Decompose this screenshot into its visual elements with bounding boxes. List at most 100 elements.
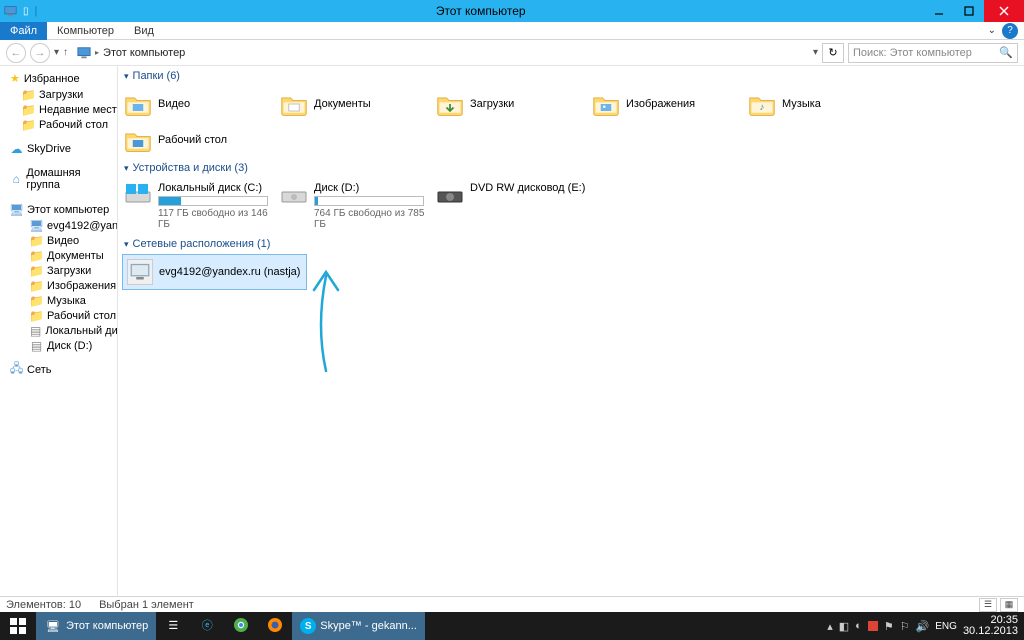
close-button[interactable] — [984, 0, 1024, 22]
folder-item[interactable]: ♪Музыка — [746, 86, 902, 122]
address-bar-row: ← → ▾ ↑ ▸ Этот компьютер ▾ ↻ Поиск: Этот… — [0, 40, 1024, 66]
taskbar-explorer[interactable]: 🖥 Этот компьютер — [36, 612, 156, 640]
sidebar-network[interactable]: 🖧Сеть — [0, 361, 117, 378]
sidebar-favorites[interactable]: ★ Избранное — [0, 70, 117, 87]
sidebar-item-music[interactable]: 📁Музыка — [0, 293, 117, 308]
folder-icon: 📁 — [30, 309, 43, 322]
tray-volume-icon[interactable]: 🔊 — [916, 620, 930, 633]
sidebar-item-account[interactable]: 🖥evg4192@yandex.ru (na — [0, 218, 117, 233]
explorer-icon: 🖥 — [44, 617, 62, 635]
svg-text:♪: ♪ — [760, 102, 765, 113]
drive-icon — [124, 182, 152, 210]
section-network-header[interactable]: ▾ Сетевые расположения (1) — [122, 234, 1020, 254]
sidebar-item-downloads2[interactable]: 📁Загрузки — [0, 263, 117, 278]
window-titlebar: ▯ | Этот компьютер — [0, 0, 1024, 22]
search-input[interactable]: Поиск: Этот компьютер 🔍 — [848, 43, 1018, 63]
ribbon-expand-icon[interactable]: ⌄ — [988, 25, 996, 36]
taskbar-skype[interactable]: S Skype™ - gekann... — [292, 612, 425, 640]
address-dropdown-icon[interactable]: ▾ — [813, 47, 818, 58]
system-tray[interactable]: ▴ ◧ ◐ ⚑ ⚐ 🔊 ENG 20:35 30.12.2013 — [827, 615, 1024, 637]
refresh-button[interactable]: ↻ — [822, 43, 844, 63]
sidebar-skydrive[interactable]: ☁SkyDrive — [0, 140, 117, 157]
address-bar[interactable]: ▸ Этот компьютер — [72, 45, 809, 61]
taskbar-chrome[interactable] — [224, 612, 258, 640]
view-large-button[interactable]: ▦ — [1000, 598, 1018, 612]
folder-item[interactable]: Видео — [122, 86, 278, 122]
folder-label: Рабочий стол — [158, 134, 227, 146]
sidebar-item-disk-c[interactable]: ▤Локальный диск (C:) — [0, 323, 117, 338]
folder-item[interactable]: Загрузки — [434, 86, 590, 122]
drive-item[interactable]: Локальный диск (C:)117 ГБ свободно из 14… — [122, 178, 278, 234]
breadcrumb-segment[interactable]: Этот компьютер — [103, 47, 185, 59]
help-button[interactable]: ? — [1002, 23, 1018, 39]
nav-history-dropdown[interactable]: ▾ — [54, 47, 59, 58]
quick-access-icon[interactable]: ▯ — [23, 6, 29, 17]
taskbar: 🖥 Этот компьютер ☰ ⓔ S Skype™ - gekann..… — [0, 612, 1024, 640]
sidebar-item-disk-d[interactable]: ▤Диск (D:) — [0, 338, 117, 353]
folder-item[interactable]: Документы — [278, 86, 434, 122]
content-pane: ▾ Папки (6) Видео Документы Загрузки Изобра… — [118, 66, 1024, 596]
folder-label: Загрузки — [470, 98, 514, 110]
sidebar-item-desktop[interactable]: 📁Рабочий стол — [0, 117, 117, 132]
disk-icon: ▤ — [30, 339, 43, 352]
sidebar-item-desktop2[interactable]: 📁Рабочий стол — [0, 308, 117, 323]
network-location-icon — [127, 259, 153, 285]
tray-clock[interactable]: 20:35 30.12.2013 — [963, 615, 1018, 637]
folder-label: Изображения — [626, 98, 695, 110]
folder-label: Документы — [314, 98, 371, 110]
network-location-icon: 🖥 — [30, 219, 43, 232]
folder-label: Видео — [158, 98, 190, 110]
pc-icon — [77, 46, 91, 60]
folder-icon: 📁 — [30, 294, 43, 307]
chevron-right-icon[interactable]: ▸ — [95, 48, 99, 57]
folder-icon: 📁 — [22, 118, 35, 131]
nav-forward-button[interactable]: → — [30, 43, 50, 63]
taskbar-app1[interactable]: ☰ — [156, 612, 190, 640]
sidebar-item-pictures[interactable]: 📁Изображения — [0, 278, 117, 293]
drive-item[interactable]: DVDDVD RW дисковод (E:) — [434, 178, 590, 234]
sidebar-item-documents[interactable]: 📁Документы — [0, 248, 117, 263]
sidebar-item-recent[interactable]: 📁Недавние места — [0, 102, 117, 117]
star-icon: ★ — [10, 72, 20, 85]
tray-icon[interactable]: ◐ — [855, 620, 862, 632]
sidebar-homegroup[interactable]: ⌂Домашняя группа — [0, 165, 117, 193]
folder-icon — [280, 90, 308, 118]
tray-up-icon[interactable]: ▴ — [827, 620, 833, 633]
view-details-button[interactable]: ☰ — [979, 598, 997, 612]
collapse-icon: ▾ — [124, 163, 129, 174]
menu-computer[interactable]: Компьютер — [47, 22, 124, 40]
taskbar-ie[interactable]: ⓔ — [190, 612, 224, 640]
folder-item[interactable]: Рабочий стол — [122, 122, 278, 158]
maximize-button[interactable] — [954, 0, 984, 22]
taskbar-firefox[interactable] — [258, 612, 292, 640]
sidebar-item-downloads[interactable]: 📁Загрузки — [0, 87, 117, 102]
sidebar-this-pc[interactable]: 🖥Этот компьютер — [0, 201, 117, 218]
sidebar-item-videos[interactable]: 📁Видео — [0, 233, 117, 248]
navigation-pane: ★ Избранное 📁Загрузки 📁Недавние места 📁Р… — [0, 66, 118, 596]
sidebar-favorites-label: Избранное — [24, 73, 80, 85]
ribbon-tabs: Файл Компьютер Вид ⌄ ? — [0, 22, 1024, 40]
tray-flag-icon[interactable]: ⚐ — [900, 620, 910, 633]
network-location-item[interactable]: evg4192@yandex.ru (nastja) — [122, 254, 307, 290]
tray-icon[interactable]: ⚑ — [884, 620, 894, 633]
folder-item[interactable]: Изображения — [590, 86, 746, 122]
nav-up-button[interactable]: ↑ — [63, 47, 68, 58]
tray-language[interactable]: ENG — [935, 621, 957, 632]
tray-icon[interactable]: ◧ — [839, 620, 849, 633]
search-icon: 🔍 — [999, 46, 1013, 59]
minimize-button[interactable] — [924, 0, 954, 22]
menu-file[interactable]: Файл — [0, 22, 47, 40]
section-drives-header[interactable]: ▾ Устройства и диски (3) — [122, 158, 1020, 178]
folder-icon: 📁 — [30, 234, 43, 247]
nav-back-button[interactable]: ← — [6, 43, 26, 63]
network-location-label: evg4192@yandex.ru (nastja) — [159, 266, 300, 278]
chrome-icon — [232, 616, 250, 634]
app-icon — [4, 5, 17, 18]
tray-icon[interactable] — [868, 621, 878, 631]
start-button[interactable] — [0, 612, 36, 640]
menu-view[interactable]: Вид — [124, 22, 164, 40]
section-folders-header[interactable]: ▾ Папки (6) — [122, 66, 1020, 86]
drive-item[interactable]: Диск (D:)764 ГБ свободно из 785 ГБ — [278, 178, 434, 234]
drive-icon: DVD — [436, 182, 464, 210]
folder-icon: 📁 — [30, 279, 43, 292]
